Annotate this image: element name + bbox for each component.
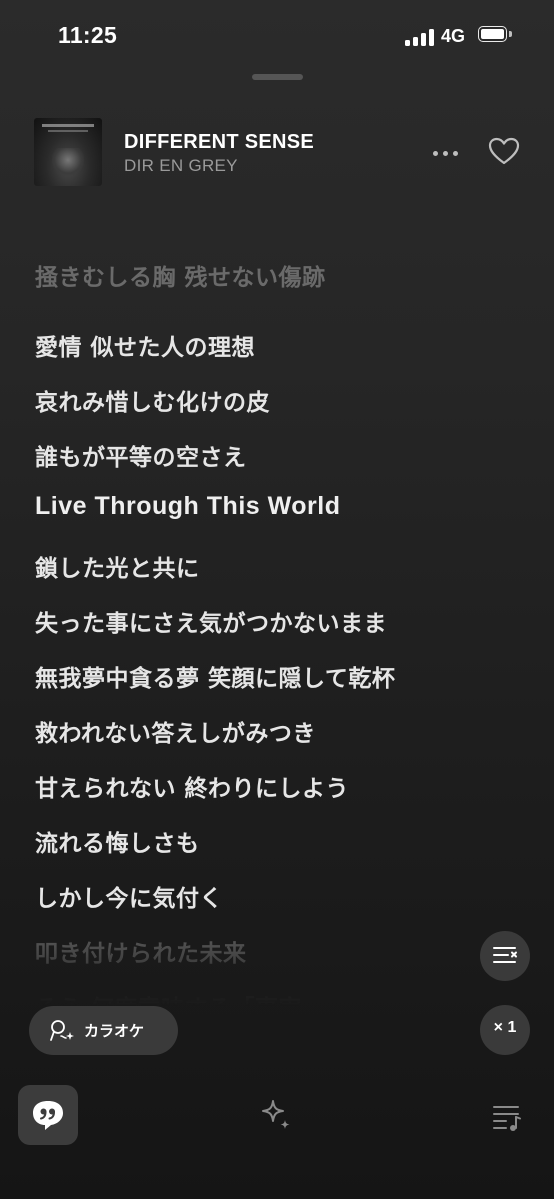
lyric-line[interactable]: そう 何度意味する「事実 (35, 989, 302, 1006)
bottom-toolbar (0, 1078, 554, 1158)
lyric-line[interactable]: 誰もが平等の空さえ (35, 438, 247, 472)
lyrics-tab[interactable] (18, 1085, 78, 1145)
microphone-sparkle-icon (50, 1020, 74, 1041)
lyric-line[interactable]: 鎖した光と共に (35, 549, 200, 583)
lyric-line[interactable]: 失った事にさえ気がつかないまま (35, 604, 387, 638)
playback-speed-button[interactable]: × 1 (480, 1005, 530, 1055)
lyric-line[interactable]: しかし今に気付く (35, 879, 223, 913)
status-bar: 11:25 4G (0, 0, 554, 72)
lyric-line[interactable]: 叩き付けられた未来 (35, 934, 247, 968)
lyric-line[interactable]: 甘えられない 終わりにしよう (35, 769, 349, 803)
sparkle-icon (262, 1100, 290, 1129)
lyrics-view[interactable]: 掻きむしる胸 残せない傷跡 愛情 似せた人の理想 哀れみ惜しむ化けの皮 誰もが平… (0, 236, 554, 1006)
more-options-button[interactable] (428, 138, 464, 168)
lyric-line[interactable]: 無我夢中貪る夢 笑顔に隠して乾杯 (35, 659, 395, 693)
speed-label: × 1 (493, 1019, 517, 1036)
queue-tab[interactable] (490, 1100, 524, 1134)
lyric-line[interactable]: 流れる悔しさも (35, 824, 200, 858)
cellular-signal-icon (405, 28, 435, 46)
karaoke-label: カラオケ (84, 1022, 145, 1040)
lyric-line[interactable]: 愛情 似せた人の理想 (35, 328, 255, 362)
battery-icon (478, 26, 512, 44)
lyric-line[interactable]: 掻きむしる胸 残せない傷跡 (35, 258, 326, 292)
now-playing-header: DIFFERENT SENSE DIR EN GREY (0, 110, 554, 194)
status-time: 11:25 (58, 22, 118, 48)
lyric-line[interactable]: 救われない答えしがみつき (35, 714, 316, 748)
heart-outline-icon (488, 137, 520, 165)
music-queue-icon (493, 1106, 521, 1131)
song-artist[interactable]: DIR EN GREY (124, 156, 238, 176)
sparkle-tab[interactable] (256, 1095, 298, 1137)
album-artwork[interactable] (34, 118, 102, 186)
lyric-line[interactable]: Live Through This World (35, 492, 340, 521)
network-type: 4G (441, 26, 466, 46)
song-title: DIFFERENT SENSE (124, 131, 315, 153)
lyric-line[interactable]: 哀れみ惜しむ化けの皮 (35, 383, 270, 417)
sheet-grabber[interactable] (252, 74, 303, 80)
favorite-button[interactable] (488, 136, 524, 168)
karaoke-button[interactable]: カラオケ (29, 1006, 178, 1055)
quote-bubble-icon (33, 1101, 63, 1130)
queue-side-button[interactable] (480, 931, 530, 981)
queue-list-icon (493, 947, 517, 963)
